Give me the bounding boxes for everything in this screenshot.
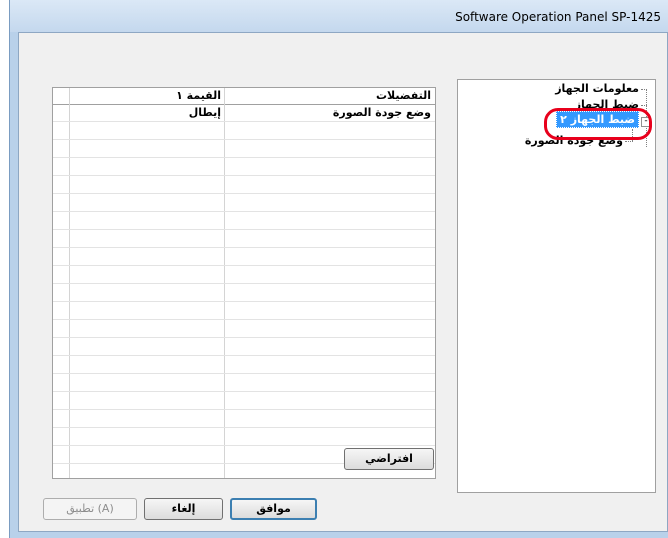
table-row [53,409,435,410]
table-row [53,445,435,446]
table-row [53,193,435,194]
dialog-client-area: التفضيلات القيمة ١ وضع جودة الصورة إيطال [18,32,668,532]
table-row [53,139,435,140]
table-row [53,355,435,356]
cancel-button[interactable]: إلغاء [144,498,223,520]
table-row [53,265,435,266]
table-row [53,121,435,122]
apply-button[interactable]: تطبيق (A) [43,498,137,520]
ok-button[interactable]: موافق [230,498,317,520]
table-row [53,247,435,248]
table-row [53,301,435,302]
grid-header: التفضيلات القيمة ١ [53,88,435,105]
table-row [53,229,435,230]
title-bar[interactable]: Software Operation Panel SP-1425 [10,0,668,32]
window-title: Software Operation Panel SP-1425 [455,10,661,24]
settings-tree[interactable]: معلومات الجهاز ضبط الجهاز - ضبط الجهاز ٢… [457,79,656,493]
tree-item-device-info[interactable]: معلومات الجهاز [555,82,639,95]
table-row [53,337,435,338]
column-header-preferences[interactable]: التفضيلات [225,88,435,104]
table-row [53,175,435,176]
settings-grid[interactable]: التفضيلات القيمة ١ وضع جودة الصورة إيطال [52,87,436,479]
table-row [53,391,435,392]
tree-connector [641,89,647,90]
table-row [53,427,435,428]
tree-connector [625,141,633,142]
setting-name-cell[interactable]: وضع جودة الصورة [333,106,431,119]
red-highlight-annotation [544,108,652,140]
column-header-value[interactable]: القيمة ١ [70,88,225,104]
tree-connector [641,105,647,106]
table-row [53,283,435,284]
setting-value-cell[interactable]: إيطال [189,106,221,119]
dialog-window: Software Operation Panel SP-1425 التفضيل… [9,0,668,538]
table-row [53,157,435,158]
table-row [53,373,435,374]
table-row [53,319,435,320]
default-button[interactable]: افتراضي [344,448,434,470]
table-row [53,211,435,212]
